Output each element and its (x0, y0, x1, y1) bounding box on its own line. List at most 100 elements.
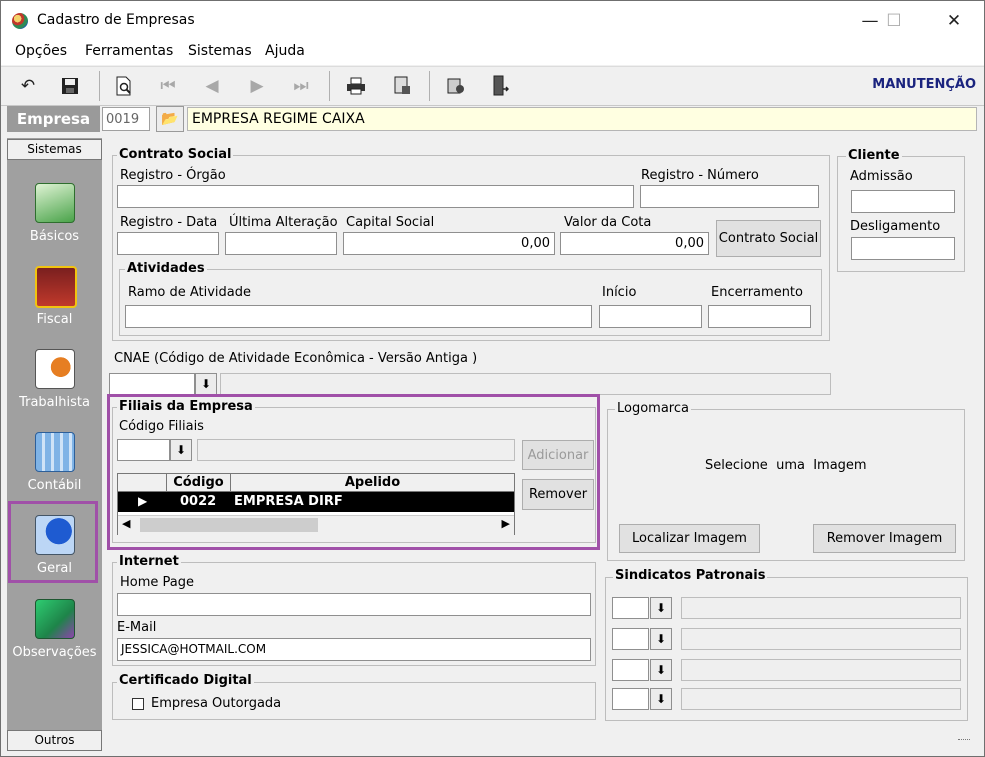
registro-numero-field[interactable] (640, 185, 819, 208)
cnae-dropdown-button[interactable]: ⬇ (195, 373, 217, 395)
sindicato-code-field[interactable] (612, 659, 649, 681)
empresa-outorgada-label: Empresa Outorgada (151, 696, 282, 711)
open-empresa-button[interactable]: 📂 (156, 106, 184, 132)
sidebar-item-label: Trabalhista (19, 395, 90, 410)
logomarca-placeholder: Selecione uma Imagem (705, 458, 867, 473)
chevron-down-icon: ⬇ (200, 377, 212, 391)
sindicato-dropdown-button[interactable]: ⬇ (650, 597, 672, 619)
sidebar-header-sistemas[interactable]: Sistemas (7, 139, 102, 160)
admissao-field[interactable] (851, 190, 955, 213)
toolbar-separator (429, 71, 430, 101)
save-button[interactable] (57, 73, 83, 99)
sindicato-dropdown-button[interactable]: ⬇ (650, 628, 672, 650)
logomarca-title: Logomarca (615, 401, 691, 416)
sindicato-description-field (681, 597, 961, 619)
exit-button[interactable] (487, 73, 513, 99)
sindicato-dropdown-button[interactable]: ⬇ (650, 688, 672, 710)
next-record-button[interactable]: ▶ (244, 73, 270, 99)
undo-button[interactable]: ↶ (15, 73, 41, 99)
homepage-label: Home Page (120, 575, 194, 590)
encerramento-field[interactable] (708, 305, 811, 328)
sidebar-item-trabalhista[interactable]: Trabalhista (7, 347, 102, 417)
first-record-button[interactable]: ⏮ (155, 73, 181, 99)
encerramento-label: Encerramento (711, 285, 803, 300)
desligamento-label: Desligamento (850, 219, 941, 234)
report-button[interactable] (389, 73, 415, 99)
atividades-title: Atividades (125, 261, 207, 276)
mode-indicator: MANUTENÇÃO (872, 77, 976, 92)
inicio-field[interactable] (599, 305, 702, 328)
valor-cota-field[interactable]: 0,00 (560, 232, 709, 255)
app-logo-icon (12, 13, 28, 29)
capital-social-field[interactable]: 0,00 (343, 232, 555, 255)
sidebar-footer-outros[interactable]: Outros (7, 730, 102, 751)
menu-ferramentas[interactable]: Ferramentas (85, 43, 173, 59)
print-button[interactable] (343, 73, 369, 99)
chevron-down-icon: ⬇ (655, 601, 667, 615)
close-button[interactable]: ✕ (931, 1, 977, 41)
sindicatos-title: Sindicatos Patronais (613, 568, 768, 583)
empresa-code-field[interactable]: 0019 (102, 107, 150, 131)
preview-button[interactable] (111, 73, 137, 99)
registro-data-field[interactable] (117, 232, 219, 255)
resize-grip[interactable] (958, 739, 970, 741)
menu-sistemas[interactable]: Sistemas (188, 43, 252, 59)
ultima-alteracao-field[interactable] (225, 232, 337, 255)
contrato-social-button[interactable]: Contrato Social (716, 220, 821, 257)
registro-numero-label: Registro - Número (641, 168, 759, 183)
toolbar-separator (329, 71, 330, 101)
remover-imagem-button[interactable]: Remover Imagem (813, 524, 956, 553)
sindicato-code-field[interactable] (612, 597, 649, 619)
localizar-imagem-button[interactable]: Localizar Imagem (619, 524, 760, 553)
sindicato-code-field[interactable] (612, 628, 649, 650)
contrato-social-title: Contrato Social (117, 147, 234, 162)
ramo-atividade-label: Ramo de Atividade (128, 285, 251, 300)
internet-title: Internet (117, 554, 181, 569)
cnae-code-field[interactable] (109, 373, 195, 395)
sidebar-item-observacoes[interactable]: Observações (7, 597, 102, 667)
registro-orgao-field[interactable] (117, 185, 634, 208)
sidebar-item-label: Fiscal (36, 312, 73, 327)
empresa-name-field: EMPRESA REGIME CAIXA (187, 107, 977, 131)
folder-open-icon: 📂 (161, 111, 179, 127)
prev-record-button[interactable]: ◀ (199, 73, 225, 99)
sindicato-description-field (681, 659, 961, 681)
capital-social-label: Capital Social (346, 215, 435, 230)
ramo-atividade-field[interactable] (125, 305, 592, 328)
cnae-description-field (220, 373, 831, 395)
maximize-button[interactable]: ☐ (871, 1, 917, 41)
inicio-label: Início (602, 285, 637, 300)
chevron-down-icon: ⬇ (655, 632, 667, 646)
floppy-icon (62, 78, 78, 94)
last-record-button[interactable]: ⏭ (288, 73, 314, 99)
sidebar-item-label: Contábil (27, 478, 82, 493)
desligamento-field[interactable] (851, 237, 955, 260)
filiais-highlight (107, 394, 600, 550)
sidebar-item-label: Observações (12, 645, 97, 660)
prev-icon: ◀ (205, 76, 219, 96)
valor-cota-label: Valor da Cota (564, 215, 652, 230)
config-button[interactable] (443, 73, 469, 99)
first-icon: ⏮ (160, 76, 176, 96)
window-title: Cadastro de Empresas (37, 12, 195, 28)
trabalhista-icon (35, 349, 75, 389)
sindicato-description-field (681, 628, 961, 650)
homepage-field[interactable] (117, 593, 591, 616)
cliente-title: Cliente (846, 148, 902, 163)
report-icon (394, 76, 410, 94)
sidebar-item-fiscal[interactable]: Fiscal (7, 264, 102, 334)
last-icon: ⏭ (293, 76, 309, 96)
empresa-outorgada-checkbox[interactable] (132, 698, 144, 710)
exit-door-icon (493, 75, 509, 96)
sindicato-dropdown-button[interactable]: ⬇ (650, 659, 672, 681)
email-field[interactable]: JESSICA@HOTMAIL.COM (117, 638, 591, 661)
sindicato-description-field (681, 688, 961, 710)
sidebar-item-contabil[interactable]: Contábil (7, 430, 102, 500)
contabil-icon (35, 432, 75, 472)
undo-icon: ↶ (20, 76, 36, 96)
sindicato-code-field[interactable] (612, 688, 649, 710)
menu-opcoes[interactable]: Opções (15, 43, 67, 59)
sidebar-item-basicos[interactable]: Básicos (7, 181, 102, 251)
menu-ajuda[interactable]: Ajuda (265, 43, 305, 59)
sidebar-item-label: Básicos (29, 229, 80, 244)
